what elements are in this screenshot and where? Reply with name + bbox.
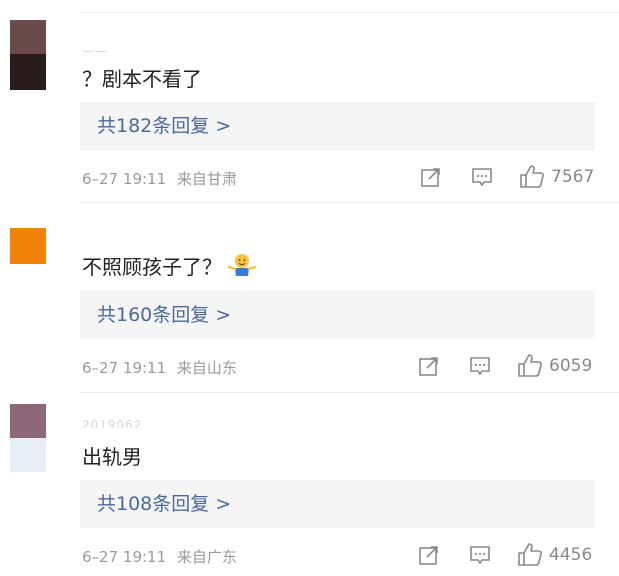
comment-divider bbox=[80, 392, 619, 393]
share-icon[interactable] bbox=[418, 544, 440, 566]
comment-location: 来自广东 bbox=[176, 548, 237, 566]
username[interactable]: 2019062 bbox=[82, 418, 142, 428]
avatar[interactable] bbox=[10, 20, 46, 90]
like-count: 4456 bbox=[549, 545, 593, 565]
shrug-emoji-icon bbox=[228, 254, 256, 276]
comment-location: 来自甘肃 bbox=[176, 170, 237, 188]
share-icon[interactable] bbox=[420, 166, 442, 188]
replies-link[interactable]: 共182条回复 > bbox=[80, 102, 595, 150]
comment-time: 6–27 19:11 bbox=[82, 548, 167, 566]
comment-meta: 6–27 19:11 来自山东 bbox=[82, 357, 237, 378]
comment-text: ？剧本不看了 bbox=[82, 62, 202, 92]
comment-text: 出轨男 bbox=[82, 440, 142, 470]
comment-time: 6–27 19:11 bbox=[82, 170, 167, 188]
username[interactable]: —— bbox=[82, 44, 108, 54]
like-count: 7567 bbox=[551, 167, 595, 187]
thumbs-up-icon[interactable] bbox=[517, 542, 543, 568]
comment-text-content: ？剧本不看了 bbox=[82, 66, 202, 91]
comment-text-content: 不照顾孩子了？ bbox=[82, 254, 222, 279]
replies-link[interactable]: 共108条回复 > bbox=[80, 480, 595, 528]
comment-text: 不照顾孩子了？ bbox=[82, 250, 256, 280]
comment-divider bbox=[80, 202, 619, 203]
like-count: 6059 bbox=[549, 356, 593, 376]
share-icon[interactable] bbox=[418, 355, 440, 377]
top-divider bbox=[80, 12, 619, 13]
comment-time: 6–27 19:11 bbox=[82, 359, 167, 377]
comment-meta: 6–27 19:11 来自甘肃 bbox=[82, 168, 237, 189]
comment-icon[interactable] bbox=[471, 166, 493, 188]
comment-icon[interactable] bbox=[469, 355, 491, 377]
comment-meta: 6–27 19:11 来自广东 bbox=[82, 546, 237, 567]
thumbs-up-icon[interactable] bbox=[517, 353, 543, 379]
replies-link[interactable]: 共160条回复 > bbox=[80, 291, 595, 339]
avatar[interactable] bbox=[10, 404, 46, 472]
comment-text-content: 出轨男 bbox=[82, 444, 142, 469]
comment-icon[interactable] bbox=[469, 544, 491, 566]
comment-location: 来自山东 bbox=[176, 359, 237, 377]
avatar[interactable] bbox=[10, 228, 46, 264]
thumbs-up-icon[interactable] bbox=[519, 164, 545, 190]
